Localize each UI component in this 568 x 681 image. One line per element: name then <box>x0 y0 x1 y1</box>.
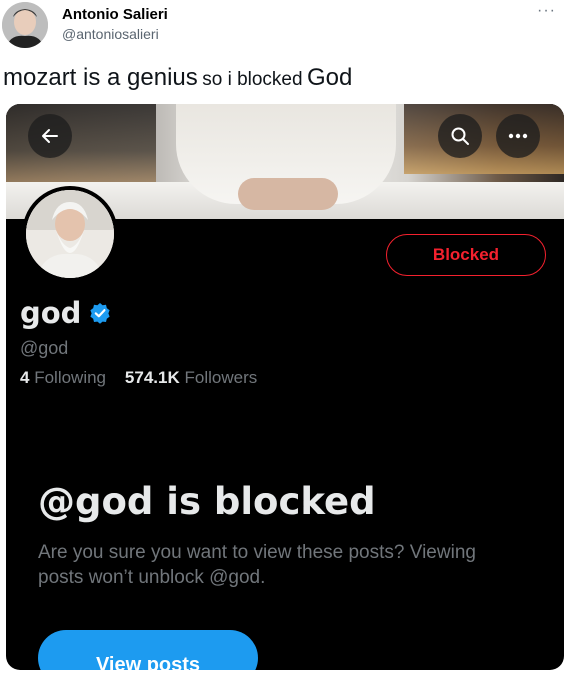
blocked-title: @god is blocked <box>38 480 376 523</box>
embedded-profile-screenshot: Blocked god @god 4 Following 574.1K Foll… <box>6 104 564 670</box>
profile-handle: @god <box>20 338 69 358</box>
display-name-text: god <box>20 296 82 330</box>
followers-count: 574.1K <box>124 368 180 387</box>
tweet-text: mozart is a genius so i blocked God <box>3 64 352 92</box>
profile-avatar[interactable] <box>22 186 118 282</box>
banner-window-right <box>404 104 564 174</box>
author-avatar[interactable] <box>2 2 48 48</box>
author-name[interactable]: Antonio Salieri <box>62 6 168 23</box>
tweet-text-part2: so i blocked <box>202 69 303 90</box>
view-posts-button[interactable]: View posts <box>38 630 258 670</box>
more-horizontal-icon <box>508 133 528 139</box>
blocked-button[interactable]: Blocked <box>386 234 546 276</box>
more-button[interactable] <box>496 114 540 158</box>
author-handle[interactable]: @antoniosalieri <box>62 26 159 42</box>
profile-display-name: god <box>20 296 111 330</box>
tweet-text-part1: mozart is a genius <box>3 64 198 91</box>
following-label: Following <box>34 368 107 387</box>
search-button[interactable] <box>438 114 482 158</box>
banner-hands <box>238 178 338 210</box>
search-icon <box>451 127 469 145</box>
following-link[interactable]: 4 Following <box>20 368 106 387</box>
profile-stats: 4 Following 574.1K Followers <box>20 368 257 388</box>
back-button[interactable] <box>28 114 72 158</box>
tweet-text-part3: God <box>307 64 353 91</box>
arrow-left-icon <box>42 129 58 143</box>
followers-label: Followers <box>184 368 258 387</box>
more-horizontal-icon[interactable]: ··· <box>537 2 556 20</box>
blocked-description: Are you sure you want to view these post… <box>38 542 476 588</box>
followers-link[interactable]: 574.1K Followers <box>125 368 257 387</box>
verified-badge-icon <box>90 303 111 324</box>
following-count: 4 <box>20 368 30 387</box>
view-posts-label: View posts <box>95 654 201 670</box>
